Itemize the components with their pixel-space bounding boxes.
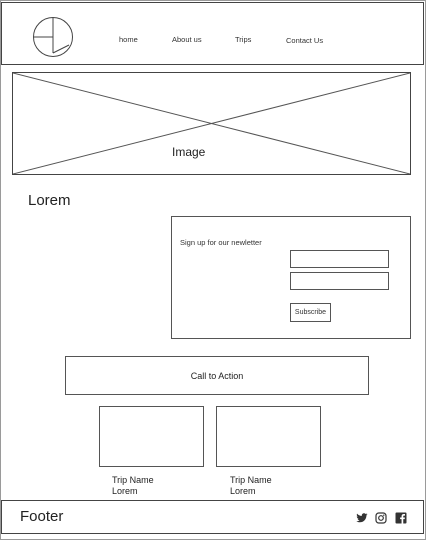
newsletter-name-field[interactable]: [290, 250, 389, 268]
trip-card-image[interactable]: [99, 406, 204, 467]
call-to-action-button[interactable]: Call to Action: [65, 356, 369, 395]
instagram-icon[interactable]: [375, 511, 387, 524]
trip-card-description: Lorem: [112, 486, 138, 496]
section-heading: Lorem: [28, 192, 71, 209]
nav-about-us[interactable]: About us: [172, 35, 202, 44]
newsletter-label: Sign up for our newletter: [180, 238, 262, 247]
newsletter-email-field[interactable]: [290, 272, 389, 290]
facebook-icon[interactable]: [395, 511, 407, 524]
hero-image-label: Image: [172, 145, 206, 159]
trip-card-name[interactable]: Trip Name: [230, 475, 272, 486]
logo-icon[interactable]: [32, 17, 74, 57]
nav-contact-us[interactable]: Contact Us: [286, 36, 323, 45]
nav-trips[interactable]: Trips: [235, 35, 251, 44]
trip-card-image[interactable]: [216, 406, 321, 467]
trip-card-description: Lorem: [230, 486, 256, 496]
trip-card-name[interactable]: Trip Name: [112, 475, 154, 486]
subscribe-button[interactable]: Subscribe: [290, 303, 331, 322]
footer-label: Footer: [20, 508, 64, 525]
hero-image-placeholder: [12, 72, 411, 175]
twitter-icon[interactable]: [356, 511, 368, 523]
nav-home[interactable]: home: [119, 35, 138, 44]
